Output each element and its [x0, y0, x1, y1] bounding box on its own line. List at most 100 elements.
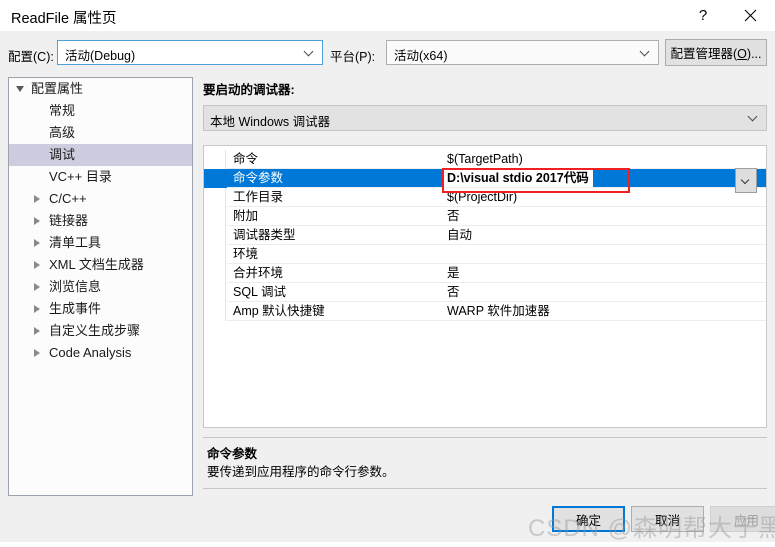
property-name: Amp 默认快捷键	[233, 304, 325, 318]
tree-item[interactable]: 链接器	[9, 210, 192, 232]
tree-item-label: 生成事件	[49, 301, 102, 316]
platform-select[interactable]: 活动(x64)	[386, 40, 659, 65]
property-value[interactable]: 自动	[447, 226, 472, 245]
debugger-to-launch-select[interactable]: 本地 Windows 调试器	[203, 105, 767, 131]
property-row[interactable]: 环境	[204, 245, 766, 264]
tree-item[interactable]: XML 文档生成器	[9, 254, 192, 276]
triangle-right-icon[interactable]	[34, 327, 40, 335]
property-row[interactable]: 工作目录 $(ProjectDir)	[204, 188, 766, 207]
row-gutter	[204, 150, 226, 169]
triangle-right-icon[interactable]	[34, 349, 40, 357]
tree-item[interactable]: C/C++	[9, 188, 192, 210]
triangle-down-icon[interactable]	[16, 86, 24, 92]
property-value[interactable]: 是	[447, 264, 460, 283]
apply-label: 应用	[733, 513, 759, 528]
close-icon	[744, 9, 756, 22]
chevron-down-icon	[749, 113, 758, 122]
chevron-down-icon	[742, 177, 750, 185]
tree-item[interactable]: 常规	[9, 100, 192, 122]
configuration-manager-button[interactable]: 配置管理器(O)...	[665, 39, 767, 66]
row-gutter	[204, 283, 226, 302]
property-value[interactable]: 否	[447, 207, 460, 226]
ok-button[interactable]: 确定	[552, 506, 625, 532]
configuration-label: 配置(C):	[8, 50, 54, 64]
property-row[interactable]: Amp 默认快捷键 WARP 软件加速器	[204, 302, 766, 321]
chevron-down-icon	[641, 48, 650, 57]
property-value[interactable]: $(TargetPath)	[447, 150, 523, 169]
tree-item-label: XML 文档生成器	[49, 257, 144, 272]
tree-item[interactable]: 生成事件	[9, 298, 192, 320]
description-body: 要传递到应用程序的命令行参数。	[207, 465, 395, 479]
tree-item[interactable]: 清单工具	[9, 232, 192, 254]
property-value[interactable]: 否	[447, 283, 460, 302]
tree-item-label: 高级	[49, 125, 76, 140]
tree-item-label: 浏览信息	[49, 279, 102, 294]
tree-item-label: C/C++	[49, 191, 87, 206]
property-value[interactable]: $(ProjectDir)	[447, 188, 517, 207]
help-button[interactable]: ?	[680, 0, 726, 31]
triangle-right-icon[interactable]	[34, 239, 40, 247]
property-pages-dialog: ReadFile 属性页 ? 配置(C): 活动(Debug) 平台(P): 活…	[0, 0, 775, 547]
property-row[interactable]: 命令 $(TargetPath)	[204, 150, 766, 169]
configuration-tree[interactable]: 配置属性常规高级调试 VC++ 目录 C/C++ 链接器清单工具 XML 文档生成器 浏览…	[8, 77, 193, 496]
configuration-select[interactable]: 活动(Debug)	[57, 40, 323, 65]
property-name: 环境	[233, 247, 259, 261]
cancel-label: 取消	[654, 513, 680, 528]
row-gutter	[204, 188, 226, 207]
property-grid-rows: 命令 $(TargetPath) 命令参数 D:\visual stdio 2017代…	[204, 150, 766, 321]
property-name: 附加	[233, 209, 259, 223]
row-gutter	[204, 264, 226, 283]
tree-item[interactable]: 高级	[9, 122, 192, 144]
tree-item-label: 常规	[49, 103, 76, 118]
property-name: 合并环境	[233, 266, 284, 280]
configuration-value: 活动(Debug)	[65, 49, 136, 63]
window-title: ReadFile 属性页	[11, 11, 117, 27]
triangle-right-icon[interactable]	[34, 195, 40, 203]
property-row[interactable]: 附加 否	[204, 207, 766, 226]
property-name: 调试器类型	[233, 228, 296, 242]
tree-item-label: VC++ 目录	[49, 169, 112, 184]
tree-item[interactable]: VC++ 目录	[9, 166, 192, 188]
row-gutter	[204, 207, 226, 226]
platform-value: 活动(x64)	[394, 49, 448, 63]
property-value[interactable]: WARP 软件加速器	[447, 302, 550, 321]
property-row[interactable]: SQL 调试 否	[204, 283, 766, 302]
tree-item[interactable]: 自定义生成步骤	[9, 320, 192, 342]
tree-item-label: Code Analysis	[49, 345, 132, 360]
property-name: 命令参数	[233, 171, 284, 185]
property-name: 工作目录	[233, 190, 284, 204]
property-name: 命令	[233, 152, 259, 166]
tree-item-label: 配置属性	[31, 81, 84, 96]
bottom-strip	[0, 542, 775, 547]
tree-item[interactable]: 配置属性	[9, 78, 192, 100]
row-divider	[227, 320, 766, 321]
property-row[interactable]: 合并环境 是	[204, 264, 766, 283]
tree-item[interactable]: 浏览信息	[9, 276, 192, 298]
description-title: 命令参数	[207, 447, 258, 461]
tree-item[interactable]: Code Analysis	[9, 342, 192, 364]
triangle-right-icon[interactable]	[34, 283, 40, 291]
tree-item-label: 链接器	[49, 213, 89, 228]
property-row[interactable]: 命令参数 D:\visual stdio 2017代码	[204, 169, 766, 188]
row-gutter	[204, 245, 226, 264]
tree-item-label: 清单工具	[49, 235, 102, 250]
property-value[interactable]: D:\visual stdio 2017代码	[443, 169, 593, 188]
chevron-down-icon	[305, 48, 314, 57]
cancel-button[interactable]: 取消	[631, 506, 704, 532]
tree-item[interactable]: 调试	[9, 144, 192, 166]
question-mark-icon: ?	[698, 7, 708, 24]
close-button[interactable]	[727, 0, 773, 31]
row-gutter	[204, 302, 226, 321]
triangle-right-icon[interactable]	[34, 305, 40, 313]
property-description-pane: 命令参数 要传递到应用程序的命令行参数。	[203, 437, 767, 489]
triangle-right-icon[interactable]	[34, 261, 40, 269]
command-arguments-dropdown-button[interactable]	[735, 168, 757, 193]
title-bar: ReadFile 属性页 ?	[0, 0, 775, 31]
property-row[interactable]: 调试器类型 自动	[204, 226, 766, 245]
tree-item-label: 自定义生成步骤	[49, 323, 141, 338]
property-name: SQL 调试	[233, 285, 287, 299]
property-grid[interactable]: 命令 $(TargetPath) 命令参数 D:\visual stdio 2017代…	[203, 145, 767, 428]
debugger-to-launch-value: 本地 Windows 调试器	[210, 115, 331, 129]
debugger-to-launch-label: 要启动的调试器:	[203, 83, 295, 97]
triangle-right-icon[interactable]	[34, 217, 40, 225]
